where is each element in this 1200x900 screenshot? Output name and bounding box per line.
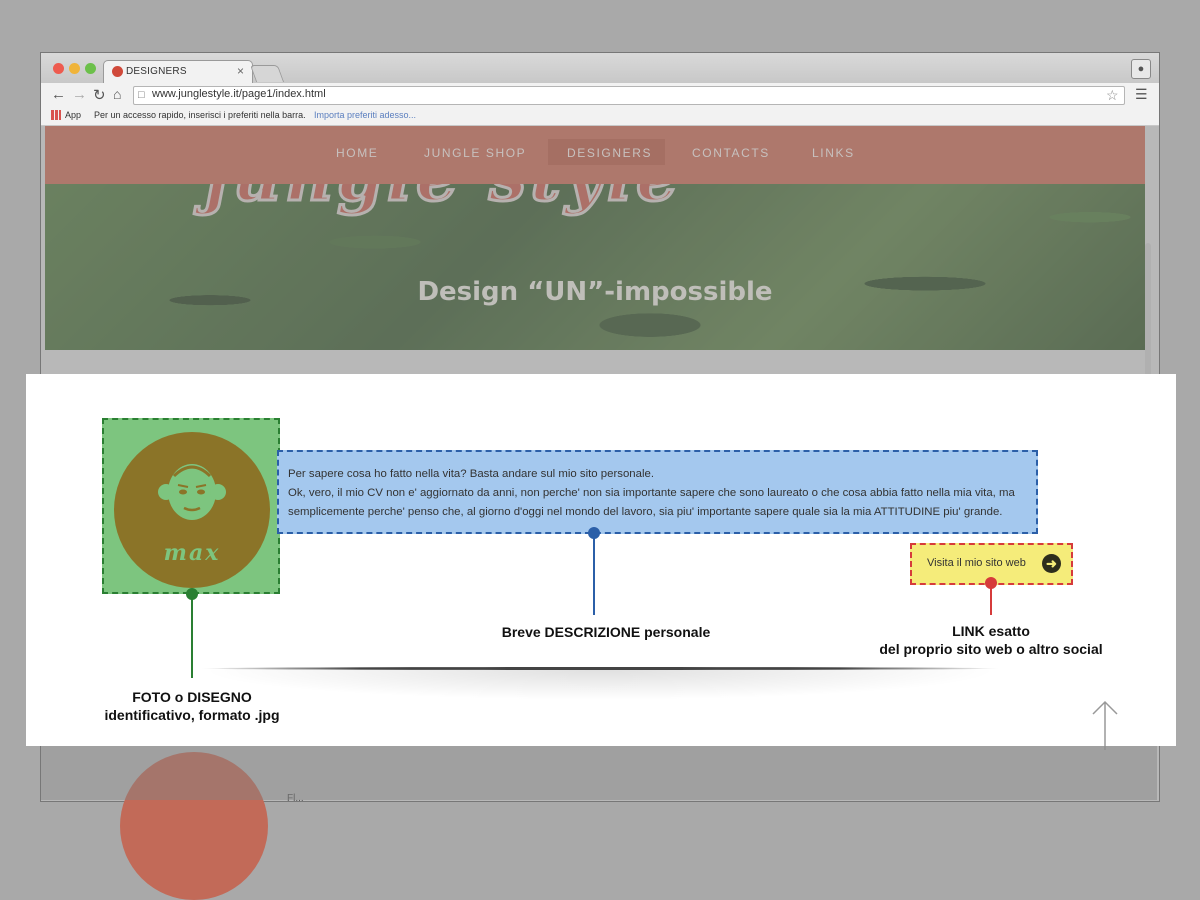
browser-toolbar: ← → ↻ ⌂ □ www.junglestyle.it/page1/index… [41,83,1159,107]
reload-icon[interactable]: ↻ [93,86,106,104]
favicon-icon [112,66,123,77]
description-connector [593,535,595,615]
new-tab-button[interactable] [249,65,285,82]
avatar: max [114,432,270,588]
url-text: www.junglestyle.it/page1/index.html [152,88,326,100]
maximize-window-button[interactable] [85,63,96,74]
close-window-button[interactable] [53,63,64,74]
address-bar[interactable]: □ www.junglestyle.it/page1/index.html ☆ [133,86,1125,105]
description-line: Ok, vero, il mio CV non e' aggiornato da… [288,487,1015,518]
photo-connector [191,596,193,678]
bookmarks-hint: Per un accesso rapido, inserisci i prefe… [94,110,306,120]
page-icon: □ [138,89,145,101]
photo-placeholder: max [102,418,280,594]
apps-label[interactable]: App [65,110,81,120]
browser-tab[interactable]: DESIGNERS × [103,60,253,84]
menu-icon[interactable]: ☰ [1135,86,1148,103]
apps-icon[interactable] [51,110,61,120]
bottom-dim-overlay [41,746,1157,800]
avatar-name: max [163,540,221,566]
link-connector [990,585,992,615]
description-annotation: Breve DESCRIZIONE personale [501,624,711,640]
tab-bar: DESIGNERS × ● [41,53,1159,84]
tab-title: DESIGNERS [126,66,187,77]
back-arrow-icon[interactable]: ← [51,86,66,103]
arrow-right-icon[interactable]: ➜ [1042,554,1061,573]
forward-arrow-icon[interactable]: → [72,86,87,103]
website-link-label[interactable]: Visita il mio sito web [927,557,1026,569]
minimize-window-button[interactable] [69,63,80,74]
face-icon [158,464,226,520]
description-box: Per sapere cosa ho fatto nella vita? Bas… [277,450,1038,534]
tab-close-icon[interactable]: × [237,64,244,78]
import-bookmarks-link[interactable]: Importa preferiti adesso... [314,110,416,120]
bookmarks-bar: App Per un accesso rapido, inserisci i p… [41,107,1159,126]
profile-icon[interactable]: ● [1131,59,1151,79]
link-annotation: LINK esatto del proprio sito web o altro… [879,623,1103,657]
home-icon[interactable]: ⌂ [113,86,121,102]
scroll-to-top-icon[interactable] [1092,700,1118,752]
description-line: Per sapere cosa ho fatto nella vita? Bas… [288,468,654,480]
bookmark-star-icon[interactable]: ☆ [1106,87,1119,104]
divider-shadow [200,670,1000,700]
